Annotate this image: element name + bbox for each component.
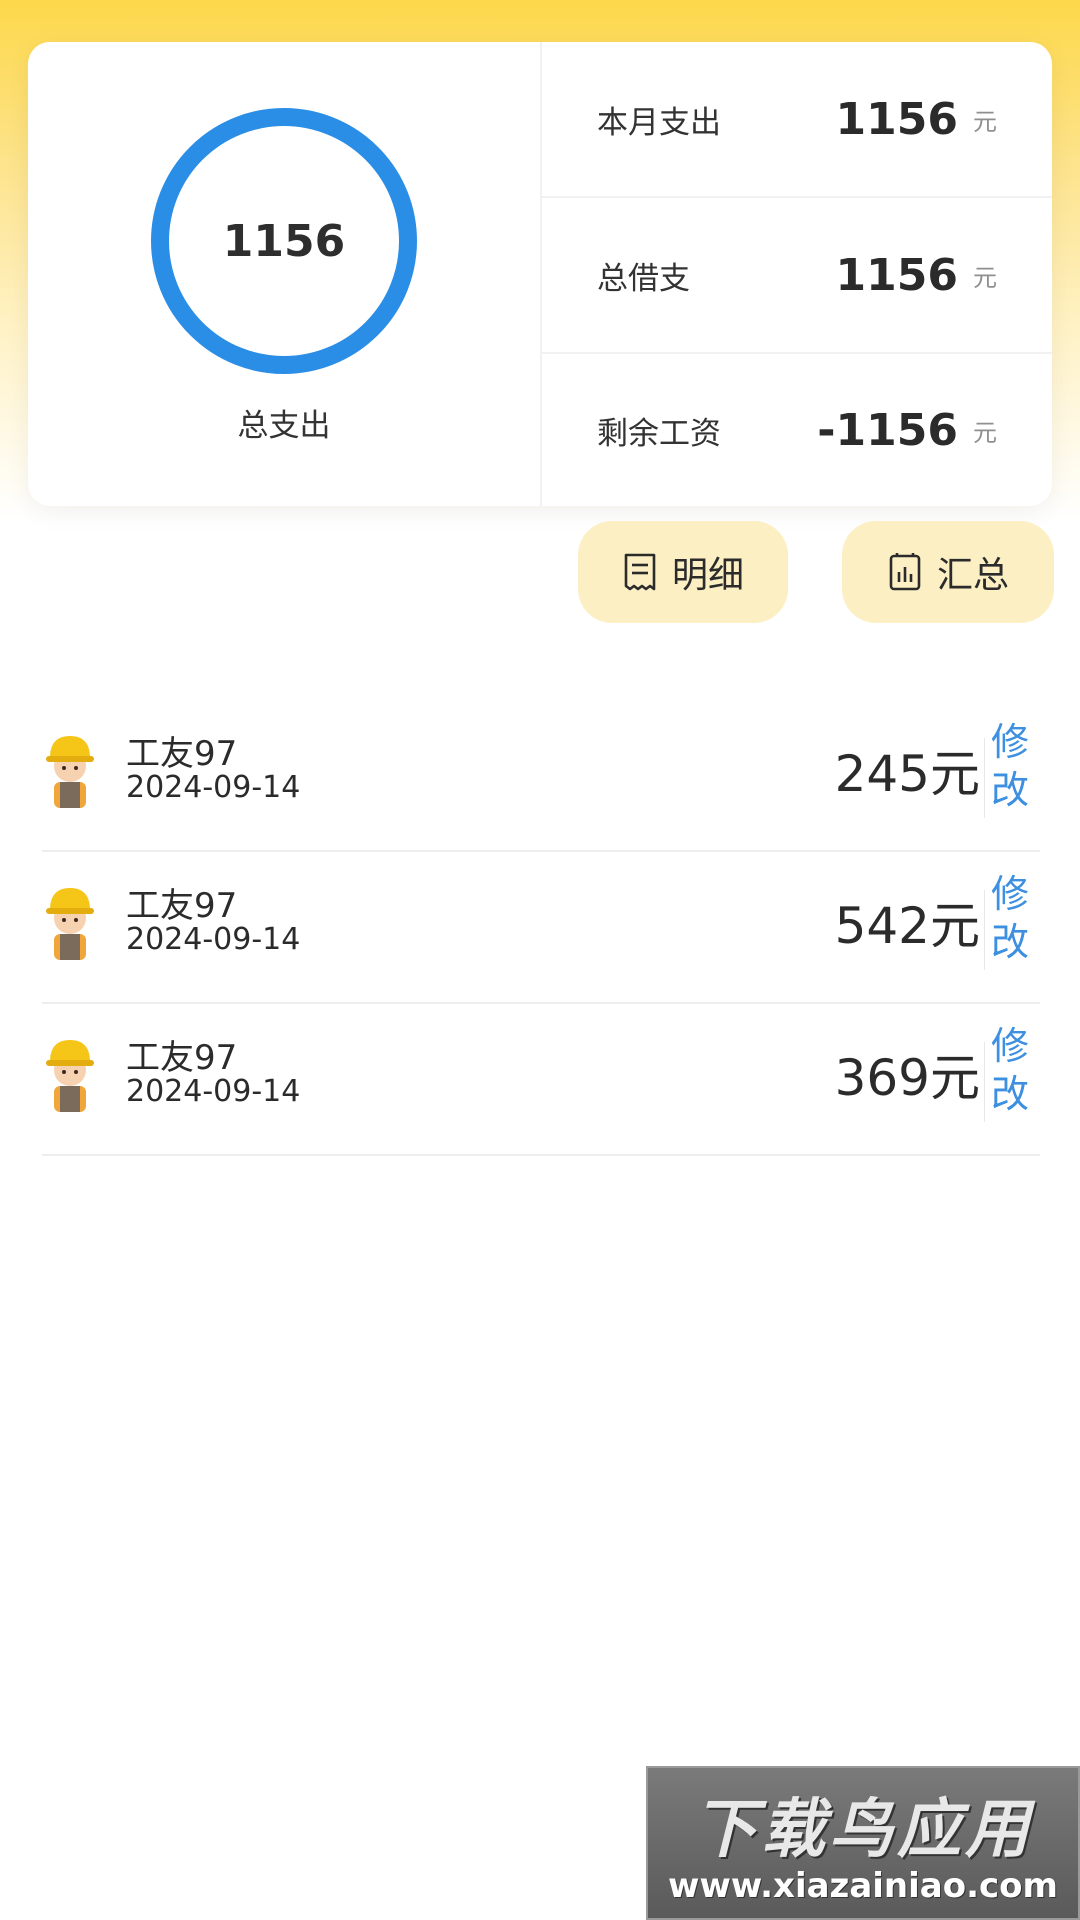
stat-row-monthly-expense: 本月支出 1156 元 <box>542 42 1052 196</box>
stat-label: 总借支 <box>597 260 690 297</box>
edit-divider <box>984 890 985 970</box>
worker-name: 工友97 <box>126 886 238 926</box>
total-expense-panel: 1156 总支出 <box>28 42 540 506</box>
list-item[interactable]: 工友97 2024-09-14 245元 修改 <box>42 700 1040 852</box>
stat-label: 剩余工资 <box>597 415 721 452</box>
list-item[interactable]: 工友97 2024-09-14 542元 修改 <box>42 852 1040 1004</box>
summary-card: 1156 总支出 本月支出 1156 元 总借支 1156 元 剩余工资 -11… <box>28 42 1052 506</box>
stat-unit: 元 <box>973 418 997 447</box>
total-expense-label: 总支出 <box>237 408 331 444</box>
edit-divider <box>984 738 985 818</box>
worker-avatar-icon <box>46 888 94 960</box>
record-amount: 245元 <box>834 745 980 803</box>
summary-button-label: 汇总 <box>936 555 1009 596</box>
stat-row-total-advance: 总借支 1156 元 <box>542 198 1052 352</box>
record-date: 2024-09-14 <box>126 770 301 805</box>
detail-button-label: 明细 <box>671 555 744 596</box>
record-amount: 542元 <box>834 897 980 955</box>
edit-button[interactable]: 修改 <box>988 870 1032 966</box>
stat-label: 本月支出 <box>597 104 721 141</box>
worker-avatar-icon <box>46 736 94 808</box>
stat-value: 1156 <box>835 249 958 301</box>
record-date: 2024-09-14 <box>126 922 301 957</box>
site-watermark: 下载鸟应用 www.xiazainiao.com <box>646 1766 1080 1920</box>
stat-value: 1156 <box>835 93 958 145</box>
edit-divider <box>984 1042 985 1122</box>
detail-button[interactable]: 明细 <box>578 521 788 623</box>
stat-unit: 元 <box>973 107 997 136</box>
worker-name: 工友97 <box>126 1038 238 1078</box>
edit-button[interactable]: 修改 <box>988 718 1032 814</box>
edit-button[interactable]: 修改 <box>988 1022 1032 1118</box>
total-expense-value: 1156 <box>222 215 346 267</box>
stat-value: -1156 <box>817 404 958 456</box>
receipt-icon <box>624 553 656 591</box>
watermark-title: 下载鸟应用 <box>693 1793 1033 1867</box>
record-amount: 369元 <box>834 1049 980 1107</box>
calculator-icon <box>889 553 921 591</box>
record-date: 2024-09-14 <box>126 1074 301 1109</box>
worker-avatar-icon <box>46 1040 94 1112</box>
summary-button[interactable]: 汇总 <box>842 521 1054 623</box>
worker-name: 工友97 <box>126 734 238 774</box>
expense-record-list: 工友97 2024-09-14 245元 修改 工友97 2024-09-14 … <box>42 700 1040 1156</box>
list-item[interactable]: 工友97 2024-09-14 369元 修改 <box>42 1004 1040 1156</box>
stat-unit: 元 <box>973 263 997 292</box>
watermark-url: www.xiazainiao.com <box>668 1866 1058 1906</box>
stat-row-remaining-wage: 剩余工资 -1156 元 <box>542 354 1052 506</box>
